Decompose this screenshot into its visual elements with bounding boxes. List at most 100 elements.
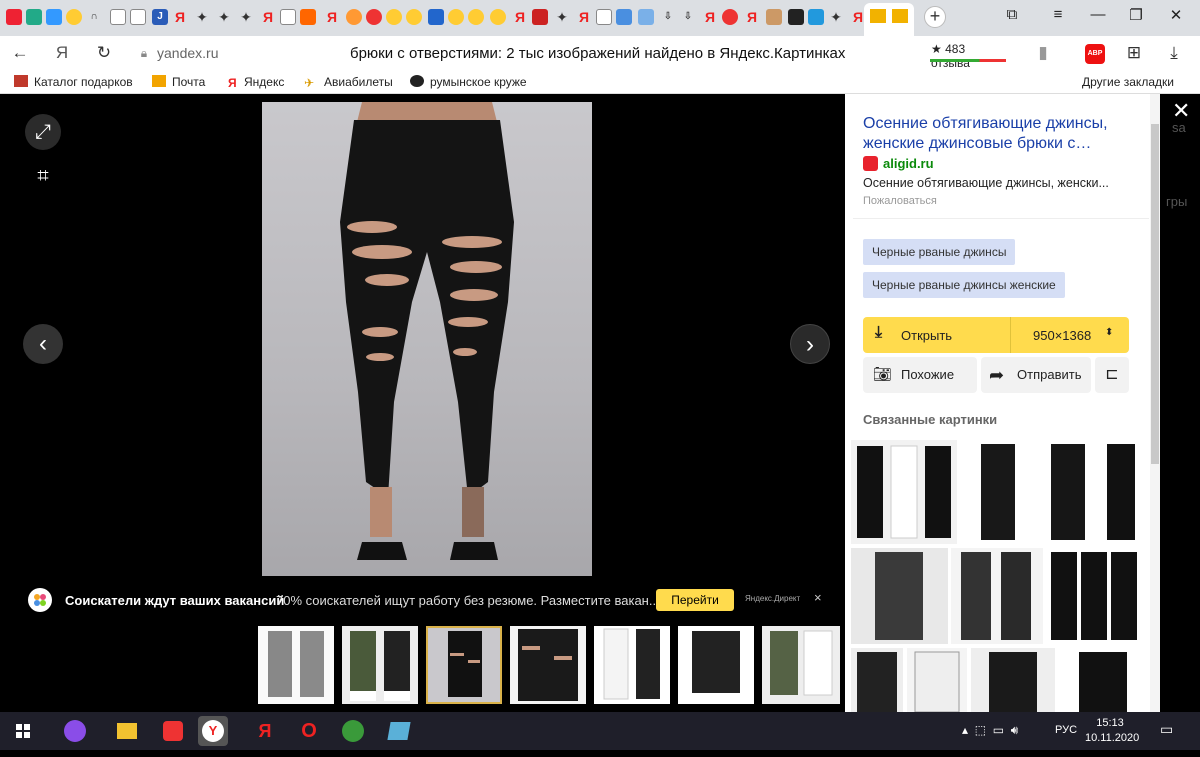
tab-favicon-cloud[interactable] <box>66 9 82 25</box>
tab-manager-icon[interactable]: ⧉ <box>1002 6 1022 23</box>
related-image[interactable] <box>851 648 903 712</box>
tab-favicon-cloud[interactable] <box>386 9 402 25</box>
strip-thumbnail[interactable] <box>594 626 670 704</box>
similar-button[interactable]: 📷︎ Похожие <box>863 357 977 393</box>
related-image[interactable] <box>1059 648 1147 712</box>
bookmark-icon[interactable]: ▮ <box>1033 43 1053 63</box>
tab-favicon-dark[interactable] <box>788 9 804 25</box>
collection-icon[interactable]: ⊏ <box>1095 357 1129 393</box>
tag-chip[interactable]: Черные рваные джинсы женские <box>863 272 1065 298</box>
tab-favicon-fox[interactable] <box>346 9 362 25</box>
tab-favicon-download[interactable]: ⇩ <box>660 9 676 25</box>
related-image[interactable] <box>851 548 948 644</box>
tab-favicon-yandex[interactable]: Я <box>172 9 188 25</box>
tab-favicon-star[interactable]: ✦ <box>554 9 570 25</box>
reload-icon[interactable]: ↻ <box>94 43 114 63</box>
tab-favicon-star[interactable]: ✦ <box>828 9 844 25</box>
scrollbar-thumb[interactable] <box>1151 124 1159 464</box>
url-domain[interactable]: yandex.ru <box>157 45 218 61</box>
report-link[interactable]: Пожаловаться <box>863 195 937 207</box>
tab-favicon-page[interactable] <box>110 9 126 25</box>
translate-icon[interactable]: ⊞ <box>1124 43 1144 63</box>
opera-icon[interactable]: O <box>294 716 324 746</box>
related-image[interactable] <box>907 648 967 712</box>
bookmark-mail[interactable]: Почта <box>152 75 205 89</box>
tab-favicon-yandex[interactable]: Я <box>512 9 528 25</box>
tab-favicon-drive[interactable] <box>26 9 42 25</box>
tab-favicon-yandex[interactable]: Я <box>744 9 760 25</box>
tab-favicon-yandex[interactable]: Я <box>702 9 718 25</box>
chevron-updown-icon[interactable]: ⬍ <box>1105 327 1113 338</box>
prev-arrow-icon[interactable]: ‹ <box>23 324 63 364</box>
tab-favicon-yandex[interactable]: Я <box>576 9 592 25</box>
tab-favicon-cloud[interactable] <box>468 9 484 25</box>
notifications-icon[interactable]: ▭ <box>1160 721 1173 738</box>
strip-thumbnail-selected[interactable] <box>426 626 502 704</box>
source-site-link[interactable]: aligid.ru <box>883 156 934 171</box>
tab-favicon-star[interactable]: ✦ <box>194 9 210 25</box>
file-explorer-icon[interactable] <box>112 716 142 746</box>
source-title-link[interactable]: Осенние обтягивающие джинсы, женские джи… <box>863 114 1143 154</box>
lock-icon[interactable]: 🔒︎ <box>134 46 154 61</box>
tab-favicon-yandex[interactable]: Я <box>260 9 276 25</box>
related-image[interactable] <box>971 648 1055 712</box>
tab-favicon-page[interactable] <box>280 9 296 25</box>
main-image[interactable] <box>262 102 592 576</box>
yandex-logo-icon[interactable]: Я <box>52 43 72 63</box>
related-image[interactable] <box>1041 440 1095 544</box>
download-icon[interactable]: ⤓ <box>1164 43 1184 63</box>
panel-scrollbar[interactable] <box>1150 94 1160 712</box>
next-arrow-icon[interactable]: › <box>790 324 830 364</box>
vivaldi-icon[interactable] <box>158 716 188 746</box>
tab-favicon-outlook[interactable] <box>428 9 444 25</box>
tag-chip[interactable]: Черные рваные джинсы <box>863 239 1016 265</box>
strip-thumbnail[interactable] <box>678 626 754 704</box>
windows-start-icon[interactable] <box>8 716 38 746</box>
tab-favicon-page[interactable] <box>596 9 612 25</box>
fullscreen-icon[interactable]: ⤢ <box>25 114 61 150</box>
bookmark-gifts[interactable]: Каталог подарков <box>14 75 133 89</box>
tab-active[interactable] <box>864 3 914 36</box>
related-image[interactable] <box>1097 440 1147 544</box>
tab-favicon-drop[interactable] <box>638 9 654 25</box>
tab-favicon-mail[interactable] <box>6 9 22 25</box>
tab-favicon-clock[interactable] <box>722 9 738 25</box>
related-image[interactable] <box>951 548 1043 644</box>
open-button[interactable]: ⤓ Открыть 950×1368 ⬍ <box>863 317 1129 353</box>
related-image[interactable] <box>851 440 957 544</box>
tab-favicon-ab[interactable] <box>532 9 548 25</box>
tab-favicon-yandex[interactable]: Я <box>324 9 340 25</box>
tab-favicon-cloud[interactable] <box>448 9 464 25</box>
tab-favicon-photos[interactable] <box>46 9 62 25</box>
adblock-icon[interactable]: ABP <box>1085 44 1105 64</box>
restore-icon[interactable]: ❐ <box>1126 6 1146 24</box>
tab-favicon-cloud[interactable] <box>490 9 506 25</box>
tab-favicon-star[interactable]: ✦ <box>238 9 254 25</box>
yandex-icon[interactable]: Я <box>250 716 280 746</box>
tab-favicon-red[interactable] <box>366 9 382 25</box>
other-bookmarks[interactable]: Другие закладки <box>1082 75 1174 89</box>
tab-favicon-cloud[interactable] <box>406 9 422 25</box>
bookmark-yandex[interactable]: Я Яндекс <box>228 75 284 90</box>
size-select[interactable]: 950×1368 <box>1033 328 1091 343</box>
crop-icon[interactable]: ⌗ <box>25 158 61 194</box>
ad-go-button[interactable]: Перейти <box>656 589 734 611</box>
utorrent-icon[interactable] <box>338 716 368 746</box>
clock[interactable]: 15:13 10.11.2020 <box>1085 716 1139 746</box>
system-tray-icons[interactable]: ▴ ⬚ ▭ 🔊︎ <box>962 723 1018 738</box>
tab-favicon-mi[interactable] <box>300 9 316 25</box>
alice-icon[interactable] <box>60 716 90 746</box>
ad-banner[interactable]: Соискатели ждут ваших вакансий 70% соиск… <box>0 582 845 616</box>
tab-favicon-k[interactable] <box>808 9 824 25</box>
menu-icon[interactable]: ≡ <box>1048 6 1068 23</box>
related-image[interactable] <box>959 440 1039 544</box>
tab-favicon-j[interactable]: J <box>152 9 168 25</box>
strip-thumbnail[interactable] <box>762 626 840 704</box>
strip-thumbnail[interactable] <box>258 626 334 704</box>
tab-favicon-image[interactable] <box>766 9 782 25</box>
tab-favicon-generic[interactable]: ∩ <box>86 9 102 25</box>
yandex-browser-icon[interactable]: Y <box>198 716 228 746</box>
language-indicator[interactable]: РУС <box>1055 724 1077 736</box>
ad-close-icon[interactable]: × <box>814 590 822 605</box>
tab-favicon-download[interactable]: ⇩ <box>680 9 696 25</box>
